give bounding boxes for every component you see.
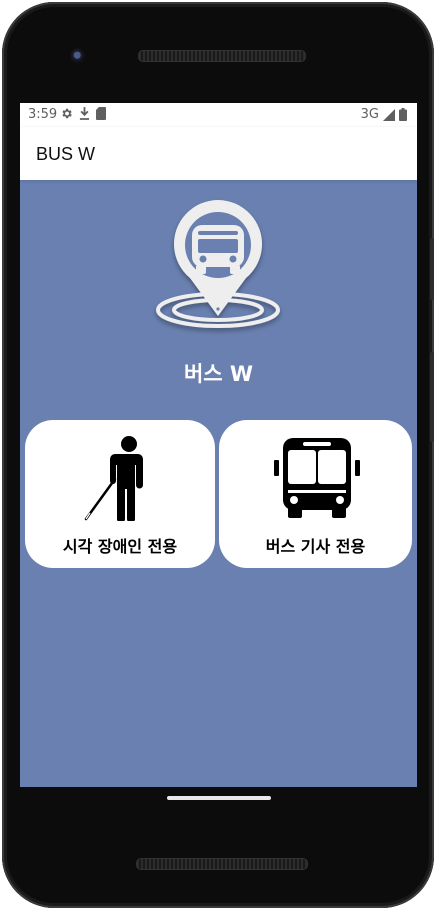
bus-location-pin-icon: [156, 200, 280, 328]
visually-impaired-mode-button[interactable]: 시각 장애인 전용: [25, 420, 215, 568]
battery-icon: [399, 108, 407, 121]
status-bar: 3:59 3G: [20, 103, 417, 127]
app-title: BUS W: [36, 144, 96, 164]
settings-icon: [62, 108, 72, 119]
bottom-speaker: [136, 858, 308, 870]
front-camera: [70, 48, 86, 64]
network-type: 3G: [360, 107, 379, 122]
bus-driver-mode-label: 버스 기사 전용: [265, 537, 366, 556]
top-speaker: [138, 50, 306, 62]
bus-driver-mode-button[interactable]: 버스 기사 전용: [219, 420, 412, 568]
bus-front-icon: [274, 438, 360, 518]
status-time: 3:59: [28, 107, 58, 122]
blind-person-cane-icon: [84, 436, 143, 521]
download-icon: [79, 107, 90, 120]
app-name: 버스 W: [183, 362, 254, 386]
app-bar: BUS W: [20, 127, 417, 180]
status-right: 3G: [361, 107, 407, 122]
home-gesture-bar[interactable]: [167, 796, 271, 800]
signal-icon: [383, 108, 395, 121]
volume-button: [430, 352, 434, 442]
visually-impaired-mode-label: 시각 장애인 전용: [62, 537, 178, 556]
status-left-icons: [60, 107, 106, 120]
app-screen: 3:59 3G BUS W 버스 W 시각 장애인 전용 버스 기사 전용: [20, 103, 417, 787]
power-button: [430, 238, 434, 300]
sd-card-icon: [96, 107, 106, 120]
